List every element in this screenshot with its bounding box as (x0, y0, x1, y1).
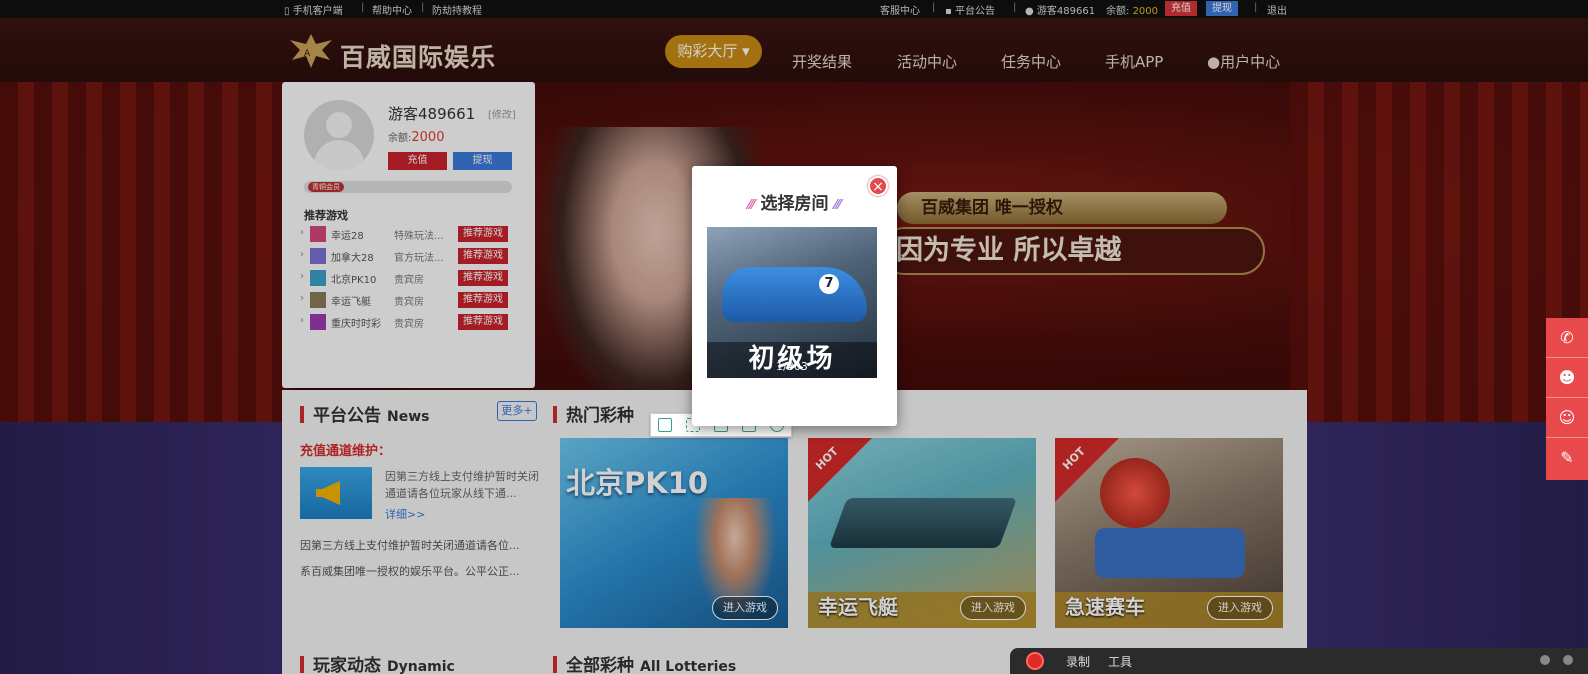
user-icon: ● (1025, 6, 1034, 17)
news-summary: 因第三方线上支付维护暂时关闭通道请各位玩家从线下通... (385, 470, 539, 500)
game-thumb-icon (310, 270, 326, 286)
nav-lottery-hall[interactable]: 购彩大厅 ▾ (665, 35, 762, 68)
game-thumb-icon (310, 292, 326, 308)
username-link[interactable]: ● 游客489661 (1025, 2, 1095, 17)
chevron-right-icon: › (300, 249, 304, 260)
recommend-tag[interactable]: 推荐游戏 (458, 292, 508, 308)
wechat-icon[interactable]: ✆ (1546, 318, 1588, 358)
side-toolbar: ✆ ☻ ☺ ✎ (1546, 318, 1588, 480)
enter-game-button[interactable]: 进入游戏 (960, 596, 1026, 620)
all-lotteries-section-title: 全部彩种 All Lotteries (553, 651, 736, 674)
top-bar: ▯ 手机客户端 | 帮助中心 | 防劫持教程 客服中心 | ▪ 平台公告 | ●… (0, 0, 1588, 18)
news-detail-link[interactable]: 详细>> (385, 506, 425, 522)
game-thumb-icon (310, 226, 326, 242)
record-label[interactable]: 录制 (1066, 653, 1090, 670)
user-icon[interactable] (1540, 655, 1550, 665)
news-item[interactable]: 系百威集团唯一授权的娱乐平台。公平公正... (300, 563, 520, 579)
chevron-right-icon: › (300, 271, 304, 282)
support-icon[interactable]: ☺ (1546, 398, 1588, 438)
recommend-item[interactable]: › 北京PK10 贵宾房 推荐游戏 (300, 269, 512, 287)
game-card-pk10[interactable]: 北京PK10 进入游戏 (560, 438, 788, 628)
hot-section-title: 热门彩种 (553, 401, 634, 426)
news-more-button[interactable]: 更多+ (497, 401, 537, 421)
room-player-count: 1/303 (776, 360, 808, 373)
nav-user-center[interactable]: ●用户中心 (1207, 51, 1280, 72)
recommend-tag[interactable]: 推荐游戏 (458, 314, 508, 330)
recommend-item[interactable]: › 幸运28 特殊玩法... 推荐游戏 (300, 225, 512, 243)
enter-game-button[interactable]: 进入游戏 (712, 596, 778, 620)
user-name: 游客489661 (388, 105, 476, 123)
enter-game-button[interactable]: 进入游戏 (1207, 596, 1273, 620)
site-header: A 百威国际娱乐 购彩大厅 ▾ 开奖结果 活动中心 任务中心 手机APP ●用户… (0, 18, 1588, 82)
nav-results[interactable]: 开奖结果 (792, 51, 852, 72)
copy-icon[interactable] (658, 418, 672, 432)
user-balance: 余额:2000 (388, 130, 445, 145)
race-car-image (722, 267, 867, 322)
customer-service-link[interactable]: 客服中心 (880, 2, 920, 17)
recharge-button[interactable]: 充值 (1165, 1, 1197, 16)
recorder-bar: 录制 工具 (1010, 648, 1588, 674)
decor-icon: ⁄⁄⁄ (834, 198, 841, 213)
user-icon: ● (1207, 53, 1221, 71)
game-card-title: 北京PK10 (566, 466, 709, 500)
nav-mobile-app[interactable]: 手机APP (1105, 51, 1163, 72)
chevron-right-icon: › (300, 227, 304, 238)
chevron-right-icon: › (300, 315, 304, 326)
room-option-beginner[interactable]: 7 初级场 1/303 (707, 227, 877, 378)
recommend-title: 推荐游戏 (304, 209, 348, 222)
balance: 余额: 2000 (1106, 6, 1159, 17)
banner-slogan-top: 百威集团 唯一授权 (897, 192, 1227, 224)
svg-text:A: A (304, 49, 311, 59)
dynamic-section-title: 玩家动态 Dynamic (300, 651, 455, 674)
news-headline[interactable]: 充值通道维护： (300, 440, 391, 459)
chevron-right-icon: › (300, 293, 304, 304)
record-icon[interactable] (1026, 652, 1044, 670)
recommend-item[interactable]: › 加拿大28 官方玩法... 推荐游戏 (300, 247, 512, 265)
game-card-title: 急速赛车 (1065, 595, 1145, 619)
select-room-modal: ⁄⁄⁄ 选择房间 ⁄⁄⁄ × 7 初级场 1/303 (692, 166, 897, 426)
recommend-item[interactable]: › 幸运飞艇 贵宾房 推荐游戏 (300, 291, 512, 309)
recommend-tag[interactable]: 推荐游戏 (458, 226, 508, 242)
settings-icon[interactable] (1563, 655, 1573, 665)
game-thumb-icon (310, 248, 326, 264)
modal-title: ⁄⁄⁄ 选择房间 ⁄⁄⁄ (748, 194, 841, 214)
user-card: 游客489661 [修改] 余额:2000 充值 提现 青铜会员 推荐游戏 › … (282, 82, 535, 388)
card-withdraw-button[interactable]: 提现 (453, 152, 512, 170)
game-thumb-icon (310, 314, 326, 330)
news-section-title: 平台公告 News (300, 401, 429, 426)
withdraw-button[interactable]: 提现 (1206, 1, 1238, 16)
recommend-item[interactable]: › 重庆时时彩 贵宾房 推荐游戏 (300, 313, 512, 331)
edit-profile-link[interactable]: [修改] (488, 106, 516, 121)
card-recharge-button[interactable]: 充值 (388, 152, 447, 170)
decor-icon: ⁄⁄⁄ (748, 198, 755, 213)
recommend-tag[interactable]: 推荐游戏 (458, 270, 508, 286)
chat-icon: ▪ (945, 6, 952, 17)
nav-activities[interactable]: 活动中心 (897, 51, 957, 72)
anti-hijack-link[interactable]: 防劫持教程 (432, 2, 482, 17)
news-item[interactable]: 因第三方线上支付维护暂时关闭通道请各位... (300, 537, 520, 553)
close-icon[interactable]: × (868, 176, 888, 196)
game-card-speed-race[interactable]: HOT 急速赛车 进入游戏 (1055, 438, 1283, 628)
recommend-tag[interactable]: 推荐游戏 (458, 248, 508, 264)
nav-tasks[interactable]: 任务中心 (1001, 51, 1061, 72)
logout-link[interactable]: 退出 (1267, 2, 1287, 17)
announcement-link[interactable]: ▪ 平台公告 (945, 2, 995, 17)
banner-slogan-main: 因为专业 所以卓越 (880, 227, 1265, 275)
avatar[interactable] (304, 100, 374, 170)
game-card-title: 幸运飞艇 (818, 595, 898, 619)
level-tag: 青铜会员 (308, 182, 344, 192)
edit-icon[interactable]: ✎ (1546, 438, 1588, 478)
megaphone-icon[interactable] (300, 467, 372, 519)
mobile-client-link[interactable]: ▯ 手机客户端 (284, 2, 343, 17)
game-card-lucky-boat[interactable]: HOT 幸运飞艇 进入游戏 (808, 438, 1036, 628)
site-logo-text[interactable]: 百威国际娱乐 (340, 38, 496, 74)
qq-icon[interactable]: ☻ (1546, 358, 1588, 398)
help-center-link[interactable]: 帮助中心 (372, 2, 412, 17)
tools-label[interactable]: 工具 (1108, 653, 1132, 670)
level-progress: 青铜会员 (304, 181, 512, 193)
eagle-logo-icon: A (290, 34, 332, 68)
